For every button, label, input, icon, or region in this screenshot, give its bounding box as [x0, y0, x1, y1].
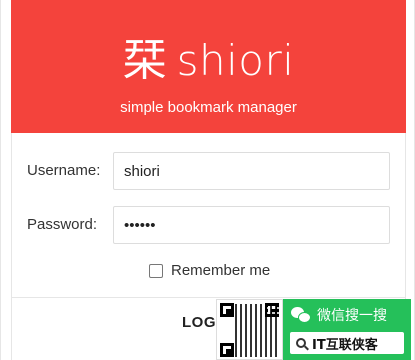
- password-label: Password:: [27, 216, 98, 233]
- remember-checkbox[interactable]: [149, 263, 163, 278]
- divider: [12, 297, 405, 298]
- account-name: IT互联侠客: [312, 337, 378, 353]
- logo: 栞 shiori: [11, 33, 406, 89]
- logo-glyph: 栞: [122, 35, 167, 86]
- wechat-watermark: 微信搜一搜 IT互联侠客: [216, 299, 411, 360]
- remember-label: Remember me: [171, 262, 271, 279]
- login-header: 栞 shiori simple bookmark manager: [11, 0, 406, 133]
- remember-me[interactable]: Remember me: [149, 262, 270, 279]
- qr-code-icon: [216, 299, 283, 360]
- wechat-search-label: 微信搜一搜: [317, 308, 387, 324]
- tagline: simple bookmark manager: [120, 99, 297, 116]
- wechat-search-panel: 微信搜一搜 IT互联侠客: [283, 299, 411, 360]
- password-input[interactable]: [113, 206, 390, 244]
- login-button[interactable]: LOG: [182, 314, 216, 331]
- password-row: Password:: [12, 206, 405, 244]
- username-label: Username:: [27, 162, 101, 179]
- login-page: 栞 shiori simple bookmark manager Usernam…: [0, 0, 415, 360]
- wechat-search-row: 微信搜一搜: [291, 305, 387, 325]
- wechat-icon: [291, 307, 311, 323]
- account-search-box: IT互联侠客: [290, 332, 404, 354]
- app-name: shiori: [176, 36, 295, 85]
- search-icon: [296, 338, 306, 348]
- username-input[interactable]: [113, 152, 390, 190]
- username-row: Username:: [12, 152, 405, 190]
